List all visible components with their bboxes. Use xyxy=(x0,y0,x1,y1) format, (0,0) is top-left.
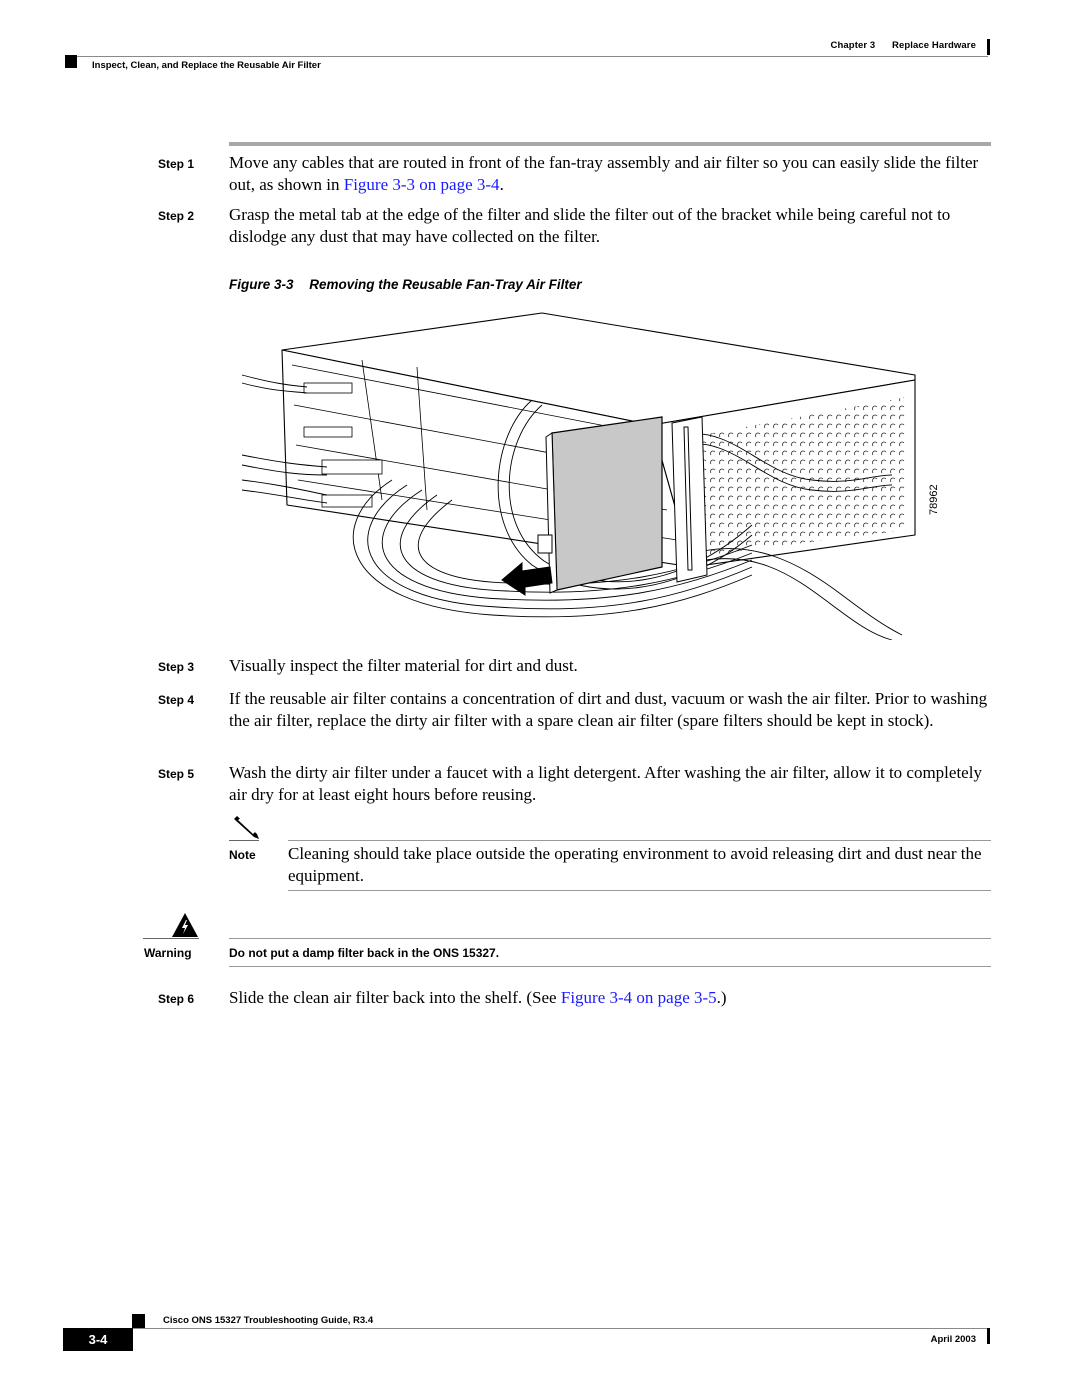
footer-square-marker xyxy=(132,1314,145,1328)
warning-bottom-rule xyxy=(229,966,991,967)
note-icon-rule xyxy=(229,840,259,841)
footer-bar-marker xyxy=(987,1328,990,1344)
footer-rule xyxy=(132,1328,988,1329)
warning-triangle-icon xyxy=(172,913,198,937)
step-3-text: Visually inspect the filter material for… xyxy=(229,656,578,675)
note-text: Cleaning should take place outside the o… xyxy=(288,844,982,885)
section-title: Inspect, Clean, and Replace the Reusable… xyxy=(92,60,321,71)
figure-art-id: 78962 xyxy=(928,484,940,515)
air-filter xyxy=(551,416,663,591)
figure-title: Removing the Reusable Fan-Tray Air Filte… xyxy=(309,277,582,292)
step-2-text: Grasp the metal tab at the edge of the f… xyxy=(229,205,951,246)
running-header-chapter: Chapter 3 Replace Hardware xyxy=(831,40,976,51)
step-1-text-end: . xyxy=(499,175,504,194)
step-4-label: Step 4 xyxy=(158,693,195,707)
note-label: Note xyxy=(229,848,256,862)
figure-3-3-link[interactable]: Figure 3-3 on page 3-4 xyxy=(344,175,500,194)
procedure-top-rule xyxy=(229,142,991,146)
figure-caption: Figure 3-3 Removing the Reusable Fan-Tra… xyxy=(229,277,582,292)
step-6-text: Slide the clean air filter back into the… xyxy=(229,987,999,1009)
step-2-label: Step 2 xyxy=(158,209,195,223)
chapter-number: Chapter 3 xyxy=(830,40,876,51)
page-number: 3-4 xyxy=(63,1328,133,1351)
step-6-text-end: .) xyxy=(716,988,727,1007)
chapter-title: Replace Hardware xyxy=(892,40,976,51)
warning-top-rule xyxy=(229,938,991,939)
footer-guide-title: Cisco ONS 15327 Troubleshooting Guide, R… xyxy=(163,1315,374,1326)
filter-metal-tab xyxy=(537,534,553,554)
warning-text: Do not put a damp filter back in the ONS… xyxy=(229,946,500,960)
step-4-text: If the reusable air filter contains a co… xyxy=(229,689,988,730)
step-6-label: Step 6 xyxy=(158,992,195,1006)
step-1-text-body: Move any cables that are routed in front… xyxy=(229,153,979,194)
header-square-marker xyxy=(65,55,77,68)
figure-3-4-link[interactable]: Figure 3-4 on page 3-5 xyxy=(561,988,717,1007)
step-1-label: Step 1 xyxy=(158,157,195,171)
header-bar-marker xyxy=(987,39,990,55)
pencil-icon xyxy=(234,816,259,839)
filter-bracket xyxy=(671,416,708,583)
header-rule xyxy=(76,56,988,57)
step-1-text: Move any cables that are routed in front… xyxy=(229,152,999,196)
step-5-text: Wash the dirty air filter under a faucet… xyxy=(229,763,982,804)
footer-date: April 2003 xyxy=(930,1334,976,1345)
removal-arrow-icon xyxy=(501,561,553,596)
step-5-label: Step 5 xyxy=(158,767,195,781)
warning-icon-rule xyxy=(143,938,199,939)
chassis-illustration: 78962 xyxy=(241,312,940,640)
step-6-text-body: Slide the clean air filter back into the… xyxy=(229,988,561,1007)
note-top-rule xyxy=(288,840,991,841)
warning-label: Warning xyxy=(144,946,192,960)
step-3-label: Step 3 xyxy=(158,660,195,674)
figure-number: Figure 3-3 xyxy=(229,277,294,292)
note-bottom-rule xyxy=(288,890,991,891)
